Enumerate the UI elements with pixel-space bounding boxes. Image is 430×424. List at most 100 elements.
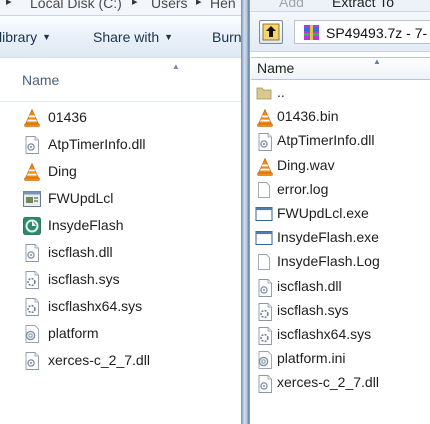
chevron-right-icon: ▸: [6, 0, 12, 8]
file-name: AtpTimerInfo.dll: [48, 136, 146, 152]
column-header-name[interactable]: Name: [257, 60, 294, 76]
file-name: iscflash.sys: [48, 271, 120, 287]
file-row[interactable]: iscflashx64.sys: [22, 295, 237, 317]
file-name: 01436: [48, 109, 87, 125]
archive-file-row[interactable]: FWUpdLcl.exe: [255, 202, 430, 224]
archive-file-row[interactable]: platform.ini: [255, 347, 430, 370]
vlc-icon: [255, 157, 273, 176]
archive-file-row[interactable]: xerces-c_2_7.dll: [255, 371, 430, 394]
extract-to-button-label[interactable]: Extract To: [332, 0, 394, 10]
archive-file-row[interactable]: Ding.wav: [255, 154, 430, 176]
address-toolbar: SP49493.7z - 7-: [250, 12, 430, 52]
burn-button[interactable]: Burn: [212, 29, 241, 45]
add-button-label[interactable]: Add: [279, 0, 304, 10]
chevron-down-icon: ▼: [42, 32, 52, 42]
archive-file-name: InsydeFlash.exe: [277, 229, 379, 246]
archive-file-row[interactable]: InsydeFlash.Log: [255, 250, 430, 272]
vlc-icon: [22, 162, 42, 182]
explorer-window: ▸ Local Disk (C:) ▸ Users ▸ Hen library ▼…: [0, 0, 241, 424]
toolbar: library ▼ Share with ▼ Burn: [0, 16, 241, 58]
breadcrumb-item-users[interactable]: Users: [151, 0, 188, 11]
file-row[interactable]: InsydeFlash: [22, 214, 237, 236]
archive-file-name: error.log: [277, 180, 329, 197]
sys-icon: [255, 326, 273, 345]
file-name: xerces-c_2_7.dll: [48, 352, 150, 368]
archive-file-name: iscflash.sys: [277, 301, 349, 318]
sort-ascending-icon: ▲: [373, 57, 381, 66]
path-field[interactable]: SP49493.7z - 7-: [294, 20, 430, 44]
ini-icon: [255, 350, 273, 370]
folder-up-button[interactable]: [259, 20, 283, 44]
dll-icon: [22, 243, 42, 263]
archive-file-name: Ding.wav: [277, 156, 335, 173]
breadcrumb: ▸ Local Disk (C:) ▸ Users ▸ Hen: [0, 0, 241, 16]
ini-icon: [22, 324, 42, 344]
file-name: Ding: [48, 163, 77, 179]
archive-file-name: ..: [277, 84, 285, 100]
archive-file-row[interactable]: AtpTimerInfo.dll: [255, 129, 430, 152]
sys-icon: [22, 297, 42, 317]
text-icon: [255, 181, 273, 199]
share-with-button-label: Share with: [93, 29, 160, 45]
file-name: iscflashx64.sys: [48, 298, 143, 314]
file-row[interactable]: platform: [22, 322, 237, 344]
dll-icon: [22, 135, 42, 155]
archive-file-row[interactable]: 01436.bin: [255, 105, 430, 127]
sys-icon: [22, 270, 42, 290]
file-name: FWUpdLcl: [48, 190, 114, 206]
sys-icon: [255, 302, 273, 321]
column-header-bar: ▲ Name: [0, 58, 241, 102]
archive-file-row[interactable]: iscflashx64.sys: [255, 323, 430, 345]
file-row[interactable]: iscflash.dll: [22, 241, 237, 263]
file-row[interactable]: xerces-c_2_7.dll: [22, 349, 237, 371]
chevron-right-icon[interactable]: ▸: [196, 0, 202, 8]
exe-icon: [255, 205, 273, 223]
vlc-icon: [22, 108, 42, 128]
header-divider: [0, 101, 241, 102]
up-arrow-icon: [262, 23, 280, 41]
archive-file-name: iscflash.dll: [277, 277, 342, 294]
window-separator: [241, 0, 249, 424]
toolbar-labels: Add Extract To: [250, 0, 430, 12]
archive-file-name: AtpTimerInfo.dll: [277, 132, 375, 149]
archive-file-row[interactable]: ..: [255, 81, 430, 103]
dll-icon: [255, 278, 273, 297]
archive-file-name: InsydeFlash.Log: [277, 253, 380, 270]
file-name: platform: [48, 325, 99, 341]
vlc-icon: [255, 108, 273, 127]
exe-icon: [255, 229, 273, 247]
archive-file-row[interactable]: InsydeFlash.exe: [255, 226, 430, 248]
insyde-icon: [22, 216, 42, 236]
archive-file-row[interactable]: iscflash.dll: [255, 275, 430, 297]
archive-icon: [304, 25, 319, 40]
chevron-down-icon: ▼: [164, 32, 174, 42]
chevron-right-icon[interactable]: ▸: [132, 0, 138, 8]
library-button-label: library: [0, 29, 38, 45]
file-row[interactable]: Ding: [22, 160, 237, 182]
file-row[interactable]: FWUpdLcl: [22, 187, 237, 209]
text-icon: [255, 253, 273, 271]
file-row[interactable]: iscflash.sys: [22, 268, 237, 290]
breadcrumb-item-user[interactable]: Hen: [210, 0, 236, 11]
include-in-library-button[interactable]: library ▼: [0, 29, 51, 45]
burn-button-label: Burn: [212, 29, 241, 45]
column-header-name[interactable]: Name: [22, 72, 59, 88]
file-row[interactable]: AtpTimerInfo.dll: [22, 133, 237, 155]
file-row[interactable]: 01436: [22, 106, 237, 128]
column-header-bar: Name ▲: [251, 57, 430, 80]
archive-file-name: platform.ini: [277, 350, 346, 367]
archive-file-name: 01436.bin: [277, 108, 339, 125]
archive-file-name: iscflashx64.sys: [277, 326, 372, 342]
archive-file-row[interactable]: iscflash.sys: [255, 299, 430, 321]
dll-icon: [255, 132, 273, 152]
archive-file-name: FWUpdLcl.exe: [277, 205, 369, 221]
path-text: SP49493.7z - 7-: [326, 25, 428, 41]
archive-file-row[interactable]: error.log: [255, 178, 430, 200]
file-name: InsydeFlash: [48, 217, 124, 233]
dll-icon: [22, 351, 42, 371]
file-name: iscflash.dll: [48, 244, 113, 260]
share-with-button[interactable]: Share with ▼: [93, 29, 173, 45]
dll-icon: [255, 374, 273, 394]
breadcrumb-item-local-disk[interactable]: Local Disk (C:): [30, 0, 122, 11]
sort-ascending-icon: ▲: [172, 62, 180, 71]
